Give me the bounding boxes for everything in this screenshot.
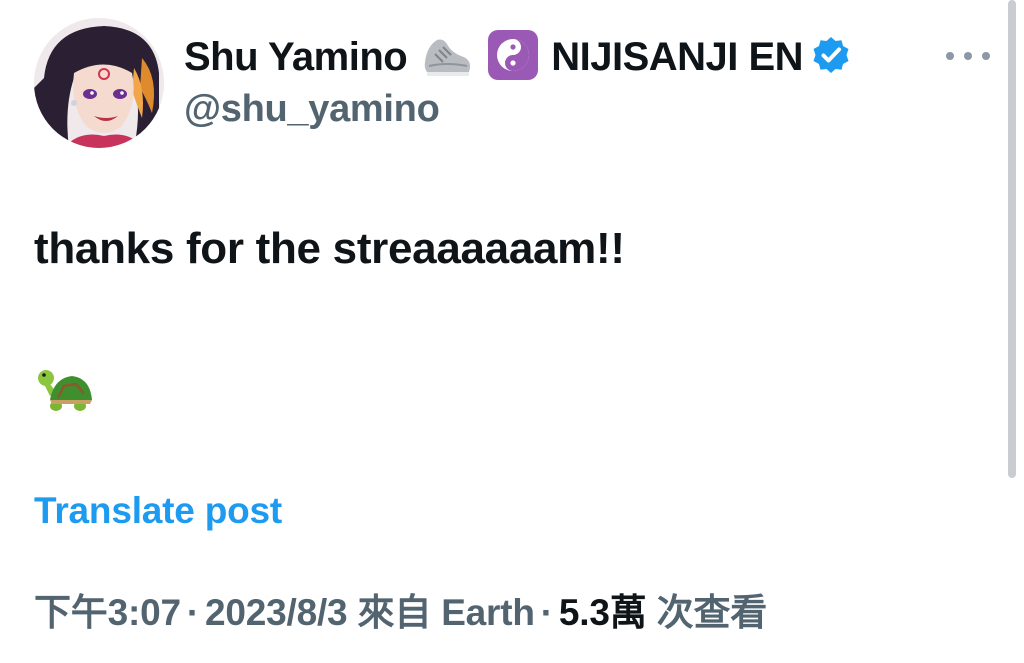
- org-name[interactable]: NIJISANJI EN: [551, 35, 803, 80]
- dot: [964, 52, 972, 60]
- separator: ·: [540, 592, 553, 633]
- more-options-icon[interactable]: [946, 46, 990, 66]
- post-source: 來自 Earth: [357, 592, 535, 633]
- post-text: thanks for the streaaaaaam!!: [34, 224, 625, 273]
- display-name[interactable]: Shu Yamino: [184, 35, 408, 80]
- yin-yang-icon: [487, 29, 539, 86]
- scrollbar[interactable]: [1008, 0, 1016, 478]
- dot: [946, 52, 954, 60]
- verified-badge-icon[interactable]: [811, 35, 851, 80]
- translate-post-link[interactable]: Translate post: [34, 490, 282, 532]
- separator: ·: [186, 592, 199, 633]
- views-label: 次查看: [656, 592, 768, 633]
- turtle-icon: [36, 364, 94, 419]
- views-count: 5.3萬: [558, 592, 647, 633]
- dot: [982, 52, 990, 60]
- post-time[interactable]: 下午3:07: [34, 592, 181, 633]
- sneaker-icon: [421, 32, 473, 83]
- avatar[interactable]: [34, 18, 164, 148]
- post-meta: 下午3:07 · 2023/8/3 來自 Earth · 5.3萬 次查看: [34, 582, 767, 636]
- post-date[interactable]: 2023/8/3: [205, 592, 348, 633]
- author-name-row[interactable]: Shu Yamino NIJISANJI EN: [184, 29, 851, 86]
- tweet-detail: Shu Yamino NIJISANJI EN @shu_yamino than…: [0, 0, 1024, 663]
- author-handle[interactable]: @shu_yamino: [184, 88, 440, 131]
